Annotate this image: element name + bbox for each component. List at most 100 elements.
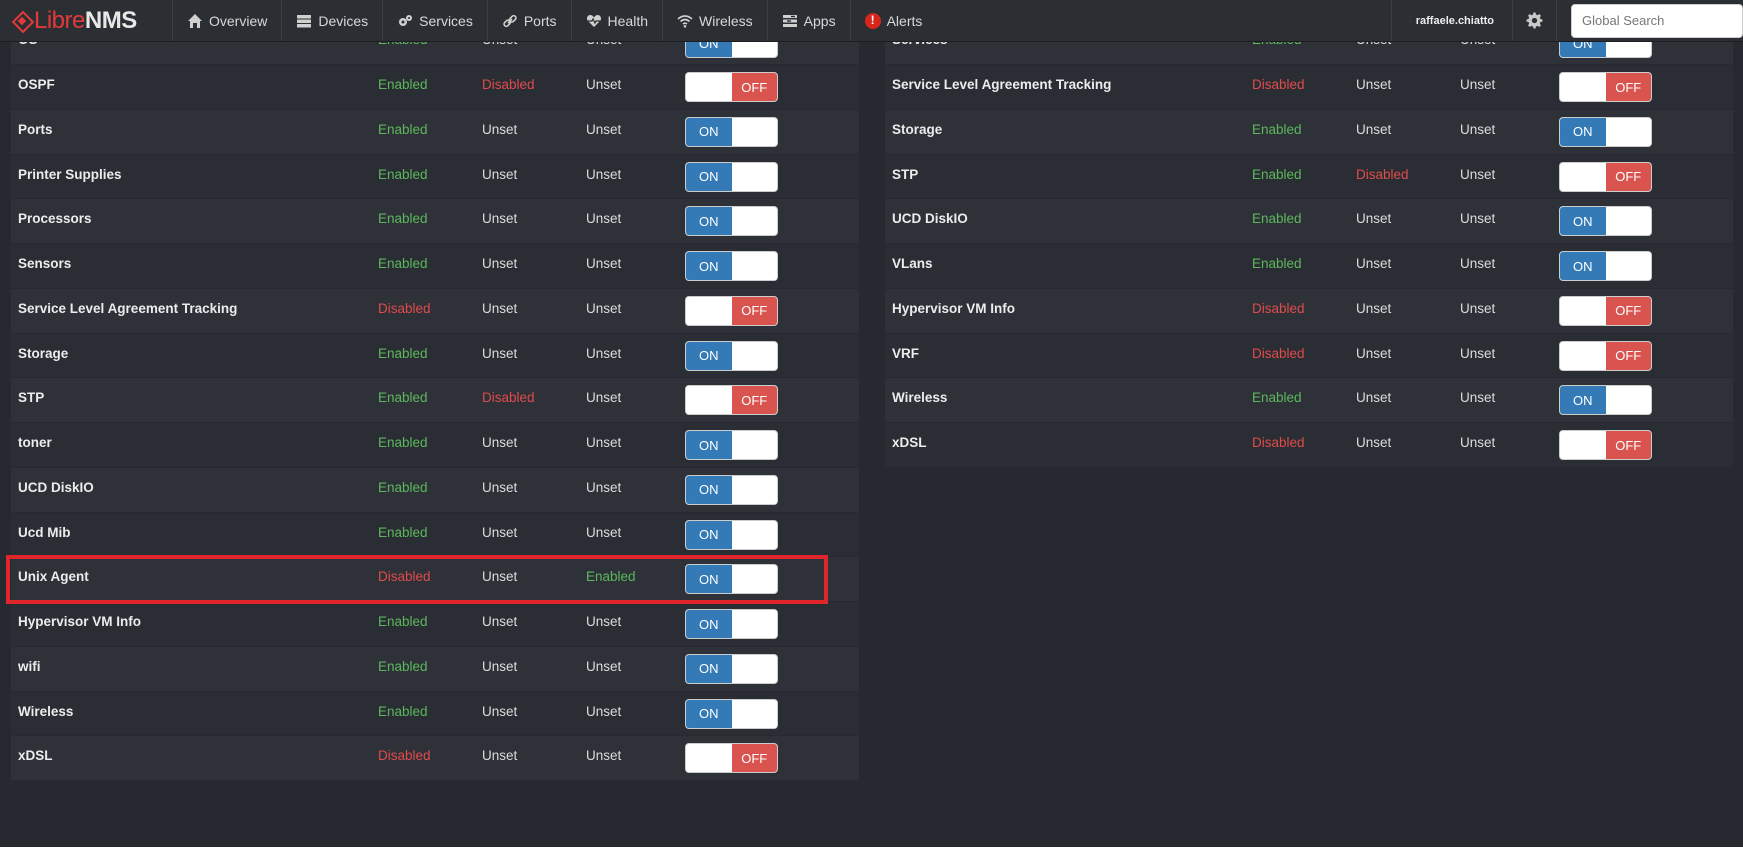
module-toggle-switch[interactable]: ON [685, 206, 778, 237]
module-row: Wireless Enabled Unset Unset ON [11, 691, 859, 737]
device-status: Unset [1460, 345, 1496, 361]
os-status: Unset [482, 256, 518, 271]
module-name: Hypervisor VM Info [892, 300, 1016, 316]
toggle-off-label: OFF [731, 296, 777, 325]
module-toggle-switch[interactable]: ON [685, 42, 778, 58]
os-status: Disabled [482, 77, 535, 92]
global-status: Enabled [378, 345, 428, 361]
module-toggle-switch[interactable]: ON [685, 430, 778, 460]
module-toggle-switch[interactable]: OFF [1559, 72, 1652, 102]
module-toggle-switch[interactable]: OFF [685, 295, 778, 326]
module-toggle-switch[interactable]: ON [685, 474, 778, 505]
server-icon [297, 14, 312, 27]
module-toggle-switch[interactable]: OFF [1559, 161, 1652, 192]
global-status: Enabled [1252, 211, 1302, 227]
nav-alerts[interactable]: Alerts [849, 0, 937, 41]
global-status: Enabled [378, 435, 428, 450]
module-name: xDSL [18, 748, 53, 764]
nav-health[interactable]: Health [570, 0, 662, 41]
heartbeat-icon [586, 14, 601, 27]
navbar-right: raffaele.chiatto [1391, 0, 1743, 41]
global-status: Disabled [378, 300, 431, 316]
module-toggle-switch[interactable]: ON [685, 116, 778, 147]
module-toggle-switch[interactable]: ON [685, 340, 778, 371]
os-status: Unset [482, 166, 518, 182]
nav-overview[interactable]: Overview [172, 0, 281, 41]
toggle-handle [1560, 341, 1606, 370]
toggle-on-label: ON [686, 475, 732, 504]
module-name: VRF [892, 345, 919, 361]
global-status: Disabled [1252, 435, 1305, 450]
toggle-handle [686, 73, 732, 101]
module-toggle-switch[interactable]: OFF [685, 385, 778, 416]
os-status: Unset [482, 748, 518, 764]
os-status: Disabled [482, 390, 535, 406]
toggle-handle [731, 341, 777, 370]
module-row: Hypervisor VM Info Enabled Unset Unset ON [11, 602, 859, 647]
module-toggle-switch[interactable]: ON [685, 653, 778, 684]
brand-logo[interactable]: LibreNMS [0, 0, 172, 41]
modules-content: OS Enabled Unset Unset ON OSPF Enabled Disabled… [0, 42, 1743, 847]
toggle-off-label: OFF [1605, 73, 1651, 101]
device-status: Unset [586, 211, 622, 227]
nav-devices[interactable]: Devices [281, 0, 382, 41]
module-row: VRF Disabled Unset Unset OFF [885, 333, 1733, 379]
module-name: Services [892, 42, 948, 47]
user-menu[interactable]: raffaele.chiatto [1391, 0, 1513, 41]
nav-services-label: Services [419, 12, 473, 29]
global-status: Enabled [1252, 390, 1302, 406]
module-toggle-switch[interactable]: OFF [1559, 340, 1652, 371]
module-toggle-switch[interactable]: ON [1559, 42, 1652, 58]
module-toggle-switch[interactable]: OFF [1559, 295, 1652, 326]
module-toggle-switch[interactable]: ON [685, 698, 778, 729]
module-toggle-switch[interactable]: ON [685, 564, 778, 595]
module-toggle-switch[interactable]: ON [685, 519, 778, 550]
os-status: Unset [482, 569, 518, 585]
global-status: Disabled [1252, 345, 1305, 361]
os-status: Unset [482, 121, 518, 137]
module-name: Hypervisor VM Info [18, 614, 142, 629]
module-row: xDSL Disabled Unset Unset OFF [885, 423, 1733, 468]
toggle-handle [1605, 252, 1651, 280]
module-name: Processors [18, 211, 92, 227]
global-search-input[interactable] [1571, 3, 1743, 38]
device-status: Unset [1460, 211, 1496, 227]
nav-apps[interactable]: Apps [766, 0, 850, 41]
modules-table-left: OS Enabled Unset Unset ON OSPF Enabled Disabled… [11, 42, 859, 781]
brand-text-libre: Libre [34, 6, 85, 34]
global-status: Enabled [378, 42, 428, 47]
module-toggle-switch[interactable]: OFF [1559, 430, 1652, 460]
module-row: wifi Enabled Unset Unset ON [11, 646, 859, 692]
module-toggle-switch[interactable]: ON [1559, 116, 1652, 147]
module-toggle-switch[interactable]: OFF [685, 743, 778, 774]
module-toggle-switch[interactable]: ON [685, 251, 778, 281]
nav-wireless[interactable]: Wireless [662, 0, 767, 41]
os-status: Unset [482, 435, 518, 450]
module-name: Printer Supplies [18, 166, 122, 182]
nav-services[interactable]: Services [382, 0, 487, 41]
settings-menu[interactable] [1513, 0, 1557, 41]
toggle-on-label: ON [686, 431, 732, 459]
os-status: Unset [1356, 435, 1392, 450]
module-row: toner Enabled Unset Unset ON [11, 423, 859, 468]
module-name: OS [18, 42, 38, 47]
os-status: Unset [482, 300, 518, 316]
module-toggle-switch[interactable]: OFF [685, 72, 778, 102]
module-toggle-switch[interactable]: ON [1559, 385, 1652, 416]
logo-icon [12, 11, 32, 31]
module-toggle-switch[interactable]: ON [1559, 251, 1652, 281]
module-toggle-switch[interactable]: ON [685, 161, 778, 192]
device-status: Unset [586, 703, 622, 719]
nav-ports[interactable]: Ports [486, 0, 571, 41]
module-name: Wireless [18, 703, 74, 719]
link-icon [503, 14, 517, 27]
device-status: Unset [586, 748, 622, 764]
toggle-handle [731, 162, 777, 191]
module-name: UCD DiskIO [892, 211, 968, 227]
module-toggle-switch[interactable]: ON [1559, 206, 1652, 237]
toggle-handle [686, 386, 732, 415]
module-row: Wireless Enabled Unset Unset ON [885, 378, 1733, 423]
module-row: OS Enabled Unset Unset ON [11, 42, 859, 65]
module-row: Processors Enabled Unset Unset ON [11, 199, 859, 244]
module-toggle-switch[interactable]: ON [685, 609, 778, 639]
